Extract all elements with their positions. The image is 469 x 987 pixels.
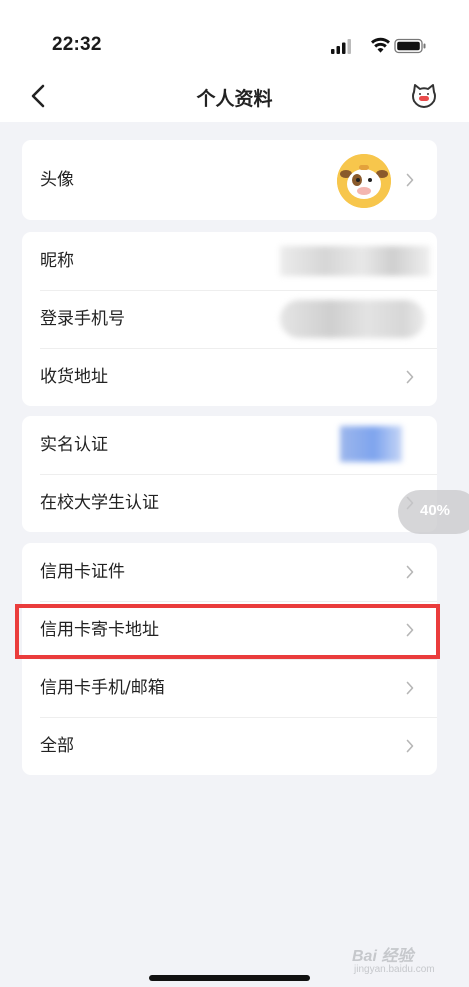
wifi-icon — [371, 37, 390, 53]
row-shipping-address[interactable]: 收货地址 — [22, 348, 437, 406]
row-card-phone-email[interactable]: 信用卡手机/邮箱 — [22, 659, 437, 717]
home-indicator[interactable] — [149, 975, 310, 981]
zoom-badge: 40% — [398, 490, 469, 534]
nav-bar: 个人资料 — [0, 70, 469, 122]
row-label-student-verify: 在校大学生认证 — [40, 493, 159, 513]
row-label-real-name: 实名认证 — [40, 435, 108, 455]
header-area: 22:32 个人资料 — [0, 0, 469, 122]
row-label-all: 全部 — [40, 736, 74, 756]
battery-icon — [394, 38, 426, 54]
highlight-box — [15, 604, 440, 659]
row-real-name[interactable]: 实名认证 — [22, 416, 437, 474]
chevron-right-icon — [406, 739, 414, 753]
row-card-id[interactable]: 信用卡证件 — [22, 543, 437, 601]
avatar[interactable] — [337, 154, 391, 208]
row-all[interactable]: 全部 — [22, 717, 437, 775]
group-verification: 实名认证 在校大学生认证 — [22, 416, 437, 532]
row-nickname[interactable]: 昵称 — [22, 232, 437, 290]
watermark-main: Bai 经验 — [352, 948, 414, 965]
cow-avatar-icon — [337, 154, 391, 208]
watermark: Bai 经验 jingyan.baidu.com — [352, 942, 452, 978]
page-title: 个人资料 — [196, 88, 273, 110]
row-label-avatar: 头像 — [40, 170, 74, 190]
status-icons — [331, 37, 426, 54]
signal-icon — [331, 39, 351, 54]
row-label-shipping-address: 收货地址 — [40, 367, 108, 387]
zoom-badge-text: 40% — [420, 502, 451, 519]
chevron-right-icon — [406, 565, 414, 579]
group-credit-card: 信用卡证件 信用卡寄卡地址 信用卡手机/邮箱 全部 — [22, 543, 437, 775]
row-label-card-id: 信用卡证件 — [40, 562, 125, 582]
group-avatar: 头像 — [22, 140, 437, 220]
cat-service-icon[interactable] — [410, 82, 438, 110]
chevron-right-icon — [406, 173, 414, 187]
row-phone[interactable]: 登录手机号 — [22, 290, 437, 348]
row-label-nickname: 昵称 — [40, 251, 74, 271]
row-student-verify[interactable]: 在校大学生认证 — [22, 474, 437, 532]
row-label-card-phone-email: 信用卡手机/邮箱 — [40, 678, 165, 698]
chevron-right-icon — [406, 681, 414, 695]
row-label-phone: 登录手机号 — [40, 309, 125, 329]
status-time: 22:32 — [52, 34, 102, 55]
watermark-sub: jingyan.baidu.com — [354, 964, 435, 975]
chevron-right-icon — [406, 370, 414, 384]
row-avatar[interactable]: 头像 — [22, 140, 437, 220]
status-bar: 22:32 — [0, 0, 469, 70]
group-account: 昵称 登录手机号 收货地址 — [22, 232, 437, 406]
